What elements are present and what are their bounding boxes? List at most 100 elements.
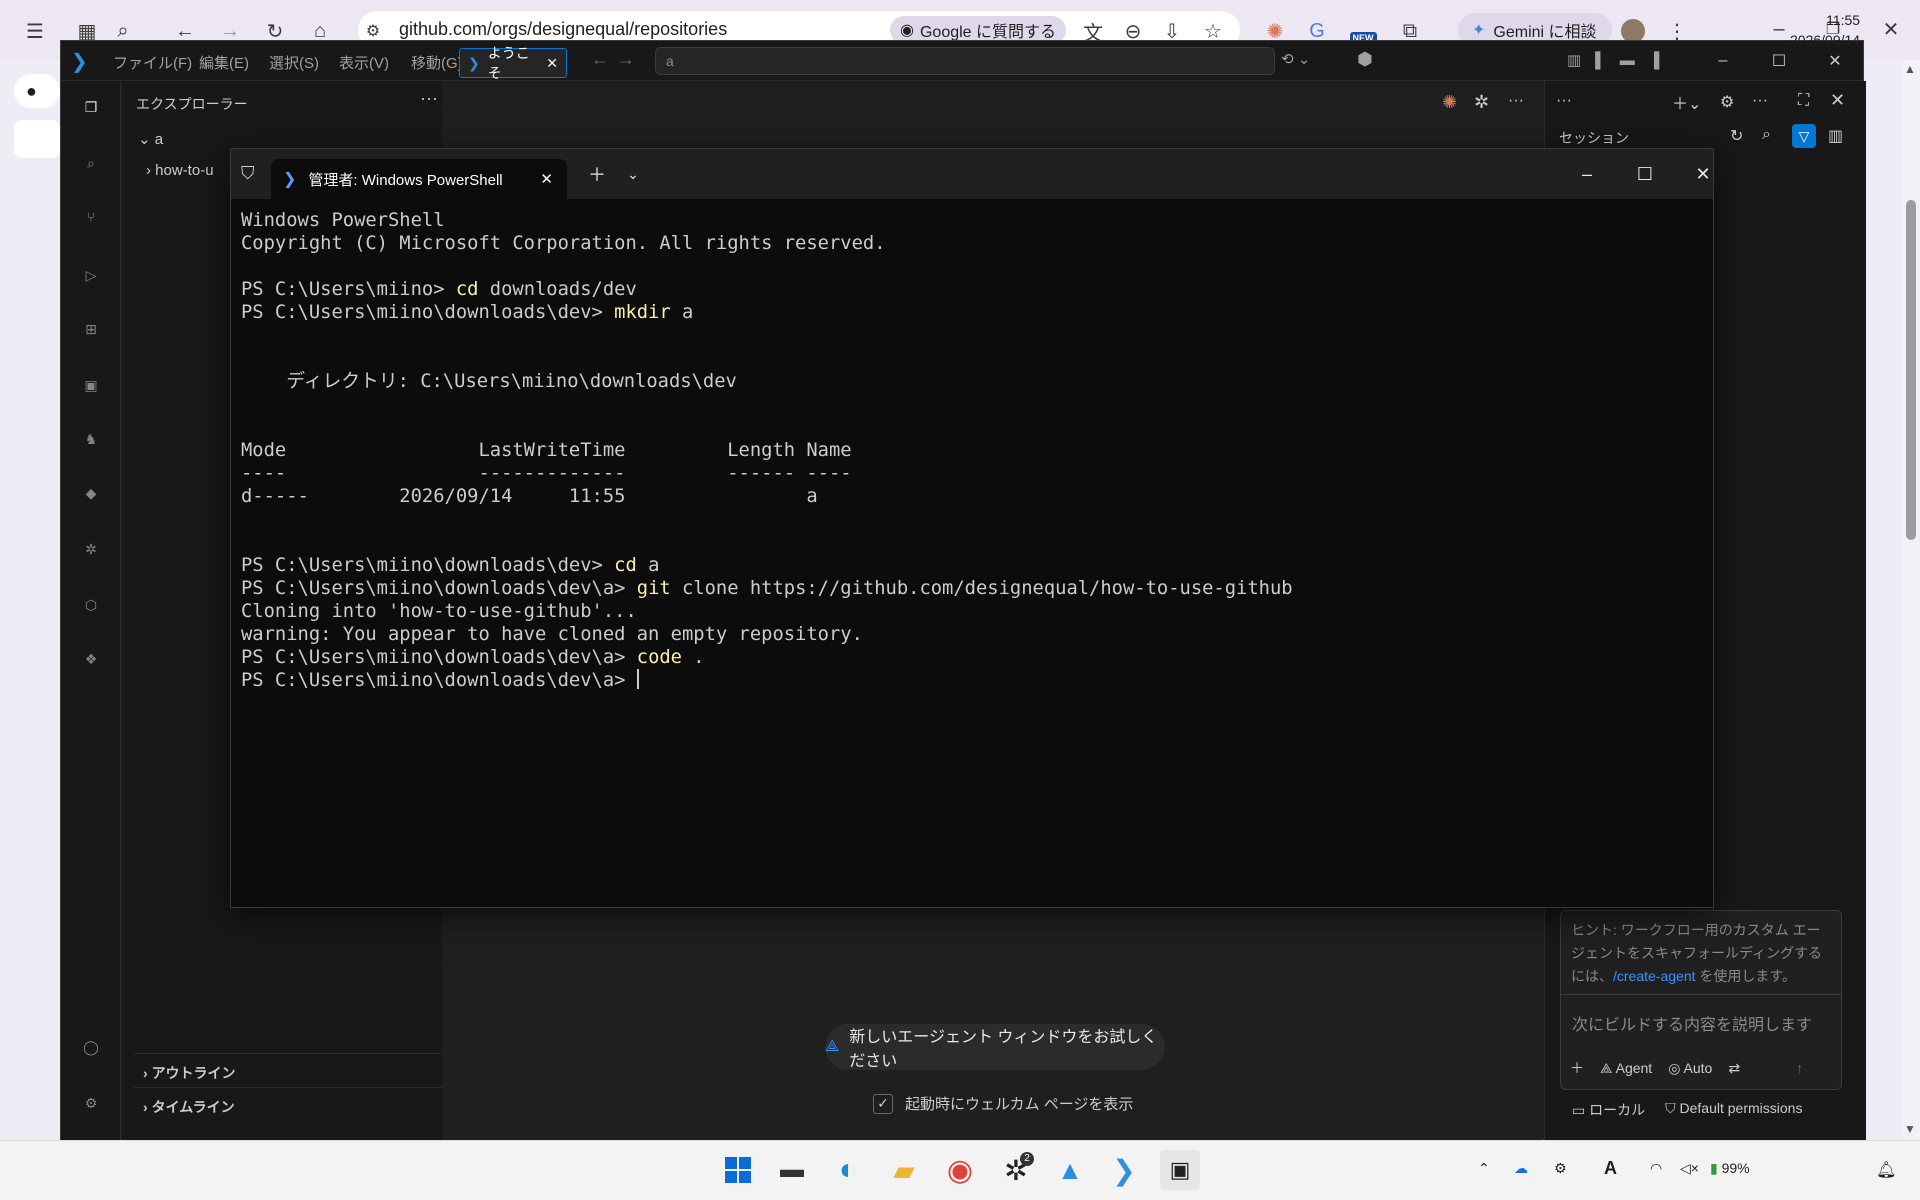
chat-more-icon[interactable]: ··· (1752, 92, 1768, 110)
menu-edit[interactable]: 編集(E) (199, 52, 249, 73)
system-clock[interactable]: 11:55 2026/09/14 (1790, 10, 1860, 50)
send-icon[interactable]: ↑ (1796, 1060, 1803, 1076)
chrome-icon[interactable]: ◉ (940, 1150, 980, 1190)
chat-input-placeholder[interactable]: 次にビルドする内容を説明します (1572, 1011, 1812, 1035)
source-control-icon[interactable]: ⑂ (74, 200, 108, 234)
figma-icon[interactable]: ❖ (74, 642, 108, 676)
github-logo-chip[interactable]: ● (14, 74, 60, 108)
local-session-toggle[interactable]: ▭ ローカル (1572, 1100, 1645, 1120)
browser-close-icon[interactable]: ✕ (1876, 14, 1906, 44)
address-url[interactable]: github.com/orgs/designequal/repositories (399, 19, 727, 40)
tree-root-a[interactable]: ⌄ a (138, 130, 163, 148)
toggle-sessions-panel-icon[interactable]: ▥ (1828, 126, 1843, 146)
model-picker[interactable]: ◎ Auto (1668, 1060, 1712, 1077)
accounts-badge-icon[interactable]: ⬢ (1357, 49, 1373, 70)
menu-selection[interactable]: 選択(S) (269, 52, 319, 73)
task-view-icon[interactable]: ▬ (772, 1150, 812, 1190)
chatgpt-extension-icon[interactable]: ✲ (74, 532, 108, 566)
vscode-taskbar-icon[interactable]: ❯ (1104, 1150, 1144, 1190)
file-explorer-icon[interactable]: ▰ (884, 1150, 924, 1190)
gemini-sparkle-icon: ✦ (1472, 22, 1486, 39)
startup-checkbox[interactable]: ✓ (873, 1093, 893, 1114)
terminal-taskbar-icon[interactable]: ▣ (1160, 1150, 1200, 1190)
remote-explorer-icon[interactable]: ▣ (74, 368, 108, 402)
terminal-text: Copyright (C) Microsoft Corporation. All… (241, 233, 886, 254)
outline-section[interactable]: › アウトライン (133, 1053, 495, 1087)
chat-settings-icon[interactable]: ⚙ (1720, 92, 1734, 112)
start-icon[interactable] (718, 1150, 758, 1190)
try-agent-window-button[interactable]: ⟁ 新しいエージェント ウィンドウをお試しください (825, 1024, 1165, 1070)
page-scroll-thumb[interactable] (1906, 200, 1916, 540)
terminal-text: ---- ------------- ------ ---- (241, 463, 852, 484)
show-hidden-icons-icon[interactable]: ⌃ (1478, 1160, 1490, 1177)
menu-go[interactable]: 移動(G) (411, 52, 463, 73)
menu-view[interactable]: 表示(V) (339, 52, 389, 73)
terminal-tab[interactable]: ❯ 管理者: Windows PowerShell ✕ (271, 159, 567, 199)
battery-status[interactable]: ▮ 99% (1710, 1160, 1750, 1177)
layout-controls-icon[interactable]: ▥▌▬▐ (1567, 51, 1673, 69)
explorer-icon[interactable]: ❐ (74, 90, 108, 124)
containers-icon[interactable]: ⬡ (74, 588, 108, 622)
terminal-text: ディレクトリ: C:\Users\miino\downloads\dev (241, 371, 737, 392)
tools-icon[interactable]: ⇄ (1728, 1060, 1740, 1077)
agent-mode-picker[interactable]: ⟁ Agent (1600, 1060, 1652, 1077)
terminal-output[interactable]: Windows PowerShell Copyright (C) Microsof… (241, 209, 1293, 692)
permissions-toggle[interactable]: ⛉ Default permissions (1665, 1100, 1802, 1120)
scroll-down-icon[interactable]: ▼ (1904, 1122, 1916, 1136)
chat-maximize-icon[interactable]: ⛶ (1798, 92, 1809, 110)
ime-icon[interactable]: A (1604, 1158, 1617, 1179)
tab-welcome[interactable]: ❯ ようこそ ✕ (459, 45, 567, 81)
new-chat-icon[interactable]: ＋⌄ (1672, 90, 1701, 114)
terminal-close-icon[interactable]: ✕ (1683, 157, 1723, 191)
sidebar-toggle-icon[interactable]: ☰ (20, 16, 50, 46)
refresh-sessions-icon[interactable]: ↻ (1730, 126, 1743, 146)
page-button[interactable] (14, 120, 60, 158)
filter-sessions-icon[interactable]: ▽ (1792, 124, 1816, 148)
timeline-section[interactable]: › タイムライン (133, 1087, 495, 1121)
extensions-view-icon[interactable]: ⊞ (74, 312, 108, 346)
terminal-tab-close-icon[interactable]: ✕ (540, 170, 553, 188)
menu-file[interactable]: ファイル(F) (113, 52, 192, 73)
explorer-more-icon[interactable]: ··· (420, 88, 438, 109)
settings-gear-icon[interactable]: ⚙ (74, 1086, 108, 1120)
chat-close-icon[interactable]: ✕ (1830, 90, 1845, 111)
search-sessions-icon[interactable]: ⌕ (1762, 126, 1771, 144)
openai-icon[interactable]: ✲ (1474, 92, 1489, 113)
kangaroo-extension-icon[interactable]: ♞ (74, 422, 108, 456)
tab-close-icon[interactable]: ✕ (546, 55, 558, 72)
nav-back-icon[interactable]: ← (591, 49, 609, 70)
add-context-icon[interactable]: ＋ (1570, 1058, 1584, 1078)
agent-window-icon: ⟁ (825, 1038, 840, 1055)
wifi-icon[interactable]: ◠ (1650, 1160, 1662, 1177)
tab-dropdown-icon[interactable]: ⌄ (613, 157, 653, 191)
editor-more-icon[interactable]: ··· (1508, 92, 1524, 110)
chat-panel-more-icon[interactable]: ··· (1556, 92, 1572, 110)
vscode-minimize-icon[interactable]: – (1695, 41, 1751, 81)
nav-forward-icon[interactable]: → (617, 49, 635, 70)
show-welcome-on-startup[interactable]: ✓ 起動時にウェルカム ページを表示 (873, 1093, 1133, 1114)
edge-icon[interactable]: ◐ (828, 1150, 868, 1190)
scroll-up-icon[interactable]: ▲ (1904, 62, 1916, 76)
copilot-status-icon[interactable]: ⟲ ⌄ (1281, 50, 1310, 68)
volume-muted-icon[interactable]: ◁× (1680, 1160, 1699, 1177)
chatgpt-taskbar-icon[interactable]: ✲ 2 (996, 1150, 1036, 1190)
command-center[interactable]: a (655, 47, 1275, 75)
terminal-maximize-icon[interactable]: ☐ (1625, 157, 1665, 191)
onedrive-icon[interactable]: ☁ (1514, 1160, 1528, 1177)
vscode-tab-icon: ❯ (468, 54, 480, 71)
terminal-prompt: PS C:\Users\miino\downloads\dev\a> (241, 578, 637, 599)
terminal-line: Windows PowerShell (241, 209, 1293, 232)
run-debug-icon[interactable]: ▷ (74, 258, 108, 292)
tree-item-how-to-use-github[interactable]: › how-to-u (146, 162, 214, 179)
notification-center-icon[interactable]: 🔔︎ (1876, 1160, 1896, 1180)
terminal-line: PS C:\Users\miino\downloads\dev> cd a (241, 554, 1293, 577)
claude-code-icon[interactable]: ✺ (1442, 92, 1457, 113)
photos-icon[interactable]: ▲ (1050, 1150, 1090, 1190)
new-tab-icon[interactable]: ＋ (577, 157, 617, 191)
search-icon[interactable]: ⌕ (74, 146, 108, 180)
account-icon[interactable]: ◯ (74, 1030, 108, 1064)
create-agent-link[interactable]: /create-agent (1613, 968, 1696, 984)
terminal-minimize-icon[interactable]: – (1567, 157, 1607, 191)
python-icon[interactable]: ◆ (74, 476, 108, 510)
vpn-icon[interactable]: ⚙ (1554, 1160, 1567, 1177)
